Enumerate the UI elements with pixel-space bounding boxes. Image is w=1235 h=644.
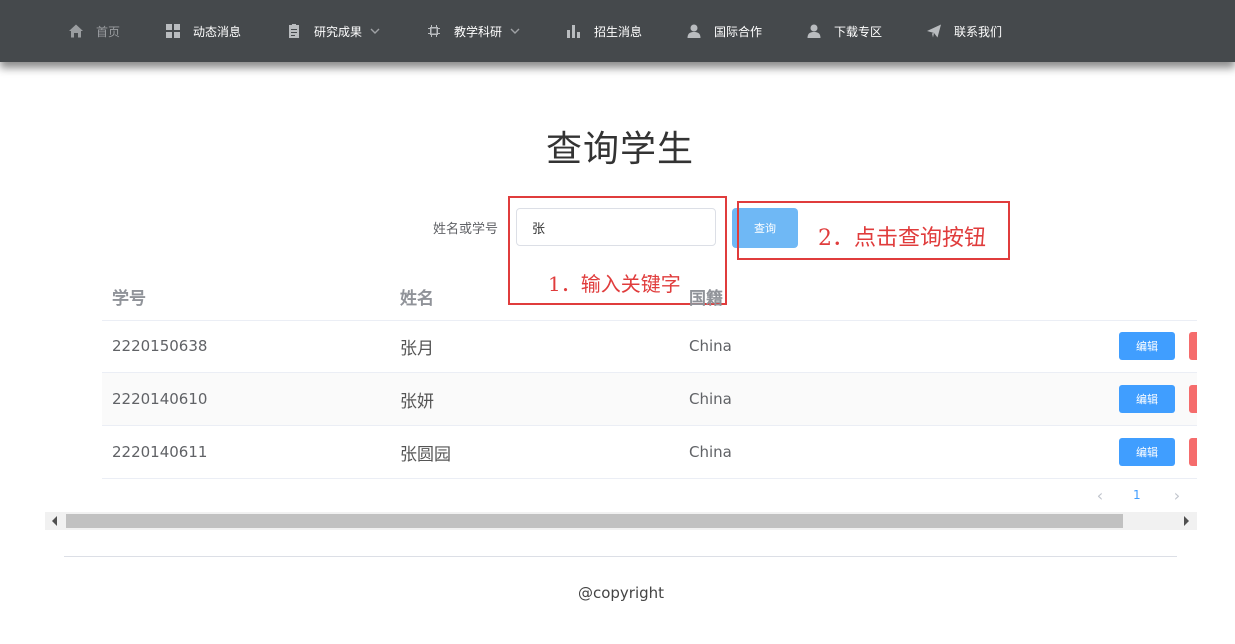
- horizontal-scrollbar[interactable]: [45, 512, 1197, 530]
- scrollbar-thumb[interactable]: [66, 514, 1123, 528]
- chip-icon: [428, 25, 440, 37]
- chevron-down-icon: [370, 28, 380, 34]
- column-header-name: 姓名: [400, 289, 434, 309]
- cell-student-name: 张圆园: [400, 445, 451, 465]
- grid-icon: [166, 24, 180, 38]
- nav-item-news[interactable]: 动态消息: [165, 0, 241, 62]
- user-icon: [807, 24, 821, 38]
- cell-country: China: [689, 390, 732, 408]
- scroll-left-arrow-icon[interactable]: [52, 516, 57, 526]
- nav-item-download[interactable]: 下载专区: [806, 0, 882, 62]
- nav-label: 联系我们: [954, 24, 1003, 39]
- delete-button[interactable]: [1189, 438, 1197, 466]
- pagination-prev-icon[interactable]: ‹: [1090, 486, 1110, 505]
- edit-button[interactable]: 编辑: [1119, 385, 1175, 413]
- nav-label: 首页: [96, 24, 121, 39]
- nav-item-contact[interactable]: 联系我们: [926, 0, 1002, 62]
- edit-button[interactable]: 编辑: [1119, 438, 1175, 466]
- table-row: 2220140610 张妍 China 编辑: [102, 373, 1197, 426]
- nav-item-admission[interactable]: 招生消息: [566, 0, 642, 62]
- nav-label: 动态消息: [193, 24, 242, 39]
- nav-item-research[interactable]: 研究成果: [286, 0, 380, 62]
- table-row: 2220150638 张月 China 编辑: [102, 320, 1197, 373]
- column-header-id: 学号: [112, 289, 146, 309]
- top-navbar: 首页 动态消息 研究成果 教学科研 招生消息 国际合作 下载专区 联系我们: [0, 0, 1235, 62]
- table-header: 学号 姓名 国籍: [102, 270, 1197, 321]
- page-title: 查询学生: [545, 129, 694, 170]
- nav-label: 招生消息: [594, 24, 643, 39]
- nav-label: 国际合作: [714, 24, 763, 39]
- chevron-down-icon: [510, 28, 520, 34]
- scroll-right-arrow-icon[interactable]: [1184, 516, 1189, 526]
- pagination-page[interactable]: 1: [1133, 488, 1141, 502]
- column-header-country: 国籍: [689, 289, 723, 309]
- nav-item-international[interactable]: 国际合作: [686, 0, 762, 62]
- nav-label: 研究成果: [314, 24, 363, 39]
- delete-button[interactable]: [1189, 332, 1197, 360]
- bar-chart-icon: [567, 25, 580, 38]
- cell-student-id: 2220140611: [112, 443, 208, 461]
- pagination-next-icon[interactable]: ›: [1167, 486, 1187, 505]
- delete-button[interactable]: [1189, 385, 1197, 413]
- edit-button[interactable]: 编辑: [1119, 332, 1175, 360]
- nav-label: 教学科研: [454, 24, 503, 39]
- cell-student-id: 2220150638: [112, 337, 208, 355]
- cell-country: China: [689, 337, 732, 355]
- students-table: 学号 姓名 国籍 2220150638 张月 China 编辑 22201406…: [102, 270, 1197, 479]
- clipboard-icon: [289, 24, 299, 38]
- cell-country: China: [689, 443, 732, 461]
- footer-divider: [64, 556, 1177, 557]
- cell-student-id: 2220140610: [112, 390, 208, 408]
- user-icon: [687, 24, 701, 38]
- table-row: 2220140611 张圆园 China 编辑: [102, 426, 1197, 479]
- search-label: 姓名或学号: [433, 222, 499, 237]
- nav-item-teaching[interactable]: 教学科研: [426, 0, 520, 62]
- cell-student-name: 张妍: [400, 392, 434, 412]
- annotation-step2-text: 2．点击查询按钮: [818, 226, 986, 251]
- cell-student-name: 张月: [400, 339, 434, 359]
- send-icon: [927, 24, 941, 38]
- nav-item-home[interactable]: 首页: [68, 0, 120, 62]
- footer-copyright: @copyright: [577, 584, 665, 602]
- nav-label: 下载专区: [834, 24, 883, 39]
- home-icon: [69, 24, 83, 38]
